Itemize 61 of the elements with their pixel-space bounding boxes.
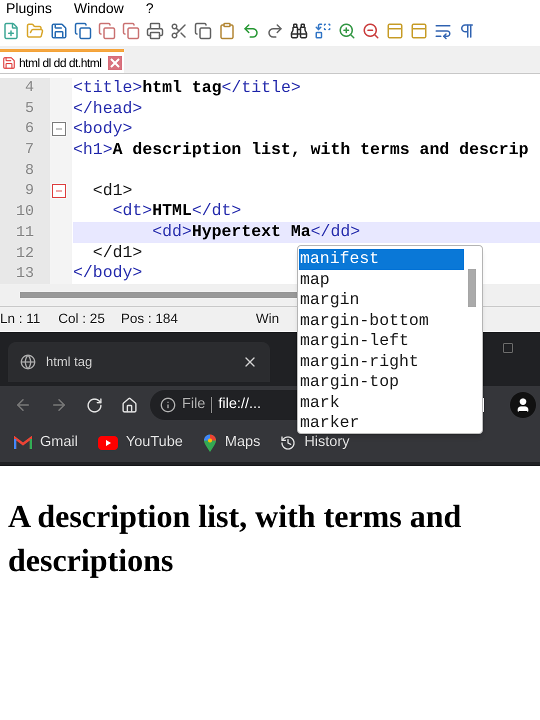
line-number: 4 — [24, 78, 35, 98]
autocomplete-item[interactable]: margin-left — [299, 331, 464, 352]
code-line: <h1>A description list, with terms and descrip — [73, 140, 528, 161]
bookmark[interactable]: History — [280, 432, 350, 454]
save-icon — [2, 56, 16, 70]
line-number: 8 — [24, 160, 35, 181]
code-line: <dd>Hypertext Ma</dd> — [151, 222, 360, 243]
code-line: <title>html tag</title> — [73, 78, 301, 99]
autocomplete-item[interactable]: margin — [299, 290, 464, 310]
page-heading: A description list, with terms and descriptions — [8, 497, 462, 580]
code-line: </head> — [73, 98, 142, 120]
code-line: <d1> — [92, 180, 132, 202]
profile-avatar[interactable] — [510, 392, 536, 418]
autocomplete-item[interactable]: map — [299, 270, 464, 290]
toolbar-icon[interactable] — [290, 22, 308, 40]
toolbar-icon[interactable] — [194, 22, 212, 40]
mail-icon — [14, 436, 32, 450]
maximize-icon[interactable] — [502, 342, 514, 354]
code-line: <body> — [73, 119, 132, 140]
home-icon[interactable] — [121, 396, 138, 414]
fold-toggle-icon[interactable] — [52, 122, 66, 136]
line-number: 10 — [14, 202, 35, 222]
browser-tab[interactable]: html tag — [8, 342, 270, 382]
autocomplete-item[interactable]: margin-top — [299, 372, 464, 392]
line-number: 13 — [14, 264, 35, 284]
play-icon — [98, 436, 118, 450]
status-text: Col : 25 — [58, 310, 105, 328]
code-line: </d1> — [92, 242, 142, 264]
menu-item[interactable]: Plugins — [6, 0, 52, 18]
forward-icon[interactable] — [50, 396, 68, 414]
map-pin-icon — [202, 434, 217, 452]
autocomplete-item[interactable]: margin-right — [299, 352, 464, 372]
autocomplete-item[interactable]: manifest — [299, 249, 464, 270]
bookmark[interactable]: Maps — [202, 432, 260, 454]
info-icon — [160, 397, 176, 413]
menu-item[interactable]: ? — [146, 0, 154, 18]
reload-icon[interactable] — [86, 396, 103, 414]
code-line: <dt>HTML</dt> — [112, 201, 242, 222]
line-number: 11 — [14, 222, 35, 243]
line-number: 12 — [14, 244, 35, 264]
history-icon — [280, 435, 296, 451]
bookmark[interactable]: YouTube — [98, 432, 183, 454]
line-number: 9 — [24, 181, 35, 202]
line-number: 5 — [24, 98, 35, 119]
toolbar-icon[interactable] — [170, 22, 188, 40]
back-icon[interactable] — [14, 396, 32, 414]
toolbar-icon[interactable] — [266, 22, 284, 40]
toolbar-icon[interactable] — [146, 22, 164, 40]
line-number: 6 — [24, 119, 35, 140]
menu-item[interactable]: Window — [74, 0, 124, 18]
code-line: </body> — [73, 263, 142, 284]
line-number: 7 — [24, 140, 35, 160]
autocomplete-item[interactable]: margin-bottom — [299, 310, 464, 331]
file-tab[interactable]: html dl dd dt.html — [0, 49, 124, 73]
bookmark[interactable]: Gmail — [14, 432, 78, 454]
status-text: Win — [256, 310, 280, 328]
fold-toggle-icon[interactable] — [52, 184, 66, 198]
globe-icon — [20, 354, 36, 370]
scrollbar-thumb[interactable] — [468, 269, 476, 307]
status-text: Pos : 184 — [120, 310, 178, 328]
status-text: Ln : 11 — [0, 310, 40, 328]
